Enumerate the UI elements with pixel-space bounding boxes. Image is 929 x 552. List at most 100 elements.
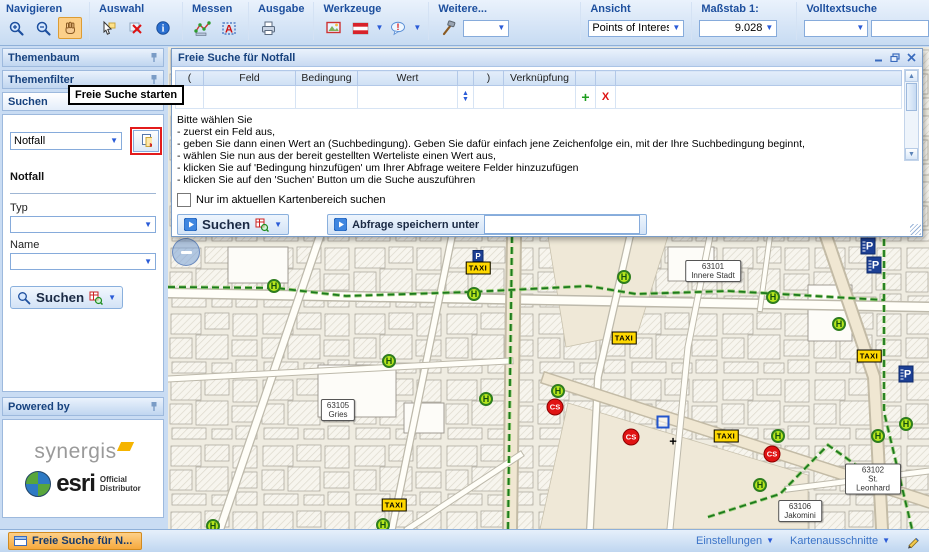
execute-icon [334, 218, 347, 231]
free-search-icon [140, 133, 152, 149]
pin-icon[interactable] [150, 401, 158, 412]
map-viewport[interactable]: PTAXIHHHHHHHHHHHHHHTAXITAXITAXITAXICSCSC… [168, 47, 929, 529]
weitere-combo[interactable]: ▼ [463, 20, 509, 37]
info-button[interactable]: i [151, 17, 175, 39]
h-marker[interactable]: H [376, 518, 390, 529]
measure-area-button[interactable]: A [217, 17, 241, 39]
volltextsuche-input[interactable] [871, 20, 929, 37]
kartenausschnitte-menu[interactable]: Kartenausschnitte ▼ [790, 535, 890, 547]
h-marker[interactable]: H [766, 290, 780, 304]
h-marker[interactable]: H [206, 519, 220, 529]
taxi-marker[interactable]: TAXI [382, 499, 407, 512]
h-marker[interactable]: H [899, 417, 913, 431]
h-marker[interactable]: H [479, 392, 493, 406]
sidebar-search-caret[interactable]: ▼ [108, 294, 116, 302]
col-wert[interactable]: Wert [358, 71, 458, 86]
district-label: 63101Innere Stadt [685, 260, 741, 282]
taxi-marker[interactable]: TAXI [612, 332, 637, 345]
cross-marker[interactable]: + [669, 434, 677, 449]
pan-button[interactable] [58, 17, 82, 39]
zoom-in-button[interactable] [4, 17, 28, 39]
screenshot-button[interactable] [321, 17, 345, 39]
cs-marker[interactable]: CS [547, 399, 564, 416]
col-open-paren[interactable]: ( [176, 71, 204, 86]
print-button[interactable] [256, 17, 280, 39]
col-feld[interactable]: Feld [204, 71, 296, 86]
close-icon[interactable] [907, 53, 916, 62]
dialog-search-button[interactable]: Suchen ▼ [177, 214, 289, 235]
measure-line-button[interactable] [190, 17, 214, 39]
taxi-marker[interactable]: TAXI [857, 350, 882, 363]
h-marker[interactable]: H [382, 354, 396, 368]
h-marker[interactable]: H [617, 270, 631, 284]
powered-by-panel-header[interactable]: Powered by [2, 397, 164, 416]
einstellungen-menu[interactable]: Einstellungen ▼ [696, 535, 774, 547]
scroll-up-arrow[interactable]: ▲ [905, 70, 918, 82]
typ-combo[interactable]: ▼ [10, 216, 156, 233]
volltextsuche-combo[interactable]: ▼ [804, 20, 868, 37]
sort-down-icon[interactable]: ▼ [458, 97, 473, 103]
add-condition-button[interactable]: + [576, 86, 596, 109]
restore-icon[interactable] [890, 53, 900, 62]
h-marker[interactable]: H [267, 279, 281, 293]
dialog-scrollbar[interactable]: ▲ ▼ [904, 69, 919, 161]
blue-square-marker[interactable] [657, 416, 670, 429]
select-button[interactable] [97, 17, 121, 39]
h-marker[interactable]: H [832, 317, 846, 331]
save-query-control[interactable]: Abfrage speichern unter [327, 214, 647, 235]
h-marker[interactable]: H [551, 384, 565, 398]
cell-verknuepfung[interactable] [504, 86, 576, 109]
search-theme-combo[interactable]: Notfall ▼ [10, 132, 122, 150]
scroll-down-arrow[interactable]: ▼ [905, 148, 918, 160]
dialog-titlebar[interactable]: Freie Suche für Notfall [172, 49, 922, 67]
p-garage-marker[interactable]: P [861, 238, 876, 255]
tools-hammer-button[interactable] [436, 17, 460, 39]
cell-wert[interactable] [358, 86, 458, 109]
hammer-icon [440, 20, 456, 36]
col-bedingung[interactable]: Bedingung [296, 71, 358, 86]
callout-button[interactable]: ! [386, 17, 410, 39]
zoom-out-button[interactable] [31, 17, 55, 39]
taxi-marker[interactable]: TAXI [466, 262, 491, 275]
remove-condition-button[interactable]: X [596, 86, 616, 109]
free-search-button[interactable] [133, 130, 159, 152]
pin-icon[interactable] [150, 52, 158, 63]
map-zoom-out-button[interactable] [172, 238, 200, 266]
scroll-thumb[interactable] [906, 83, 917, 111]
pencil-icon[interactable] [906, 534, 921, 549]
h-marker[interactable]: H [753, 478, 767, 492]
col-verknuepfung[interactable]: Verknüpfung [504, 71, 576, 86]
save-query-input[interactable] [484, 215, 640, 234]
query-row: ▲▼ + X [176, 86, 902, 109]
h-marker[interactable]: H [467, 287, 481, 301]
cs-marker[interactable]: CS [764, 446, 781, 463]
redline-flag-button[interactable] [348, 17, 372, 39]
minimize-icon[interactable] [874, 53, 883, 62]
col-close-paren[interactable]: ) [474, 71, 504, 86]
pin-icon[interactable] [150, 74, 158, 85]
taxi-marker[interactable]: TAXI [714, 430, 739, 443]
task-button-freie-suche[interactable]: Freie Suche für N... [8, 532, 142, 550]
cell-feld[interactable] [204, 86, 296, 109]
sidebar-item-themenbaum[interactable]: Themenbaum [2, 48, 164, 67]
sidebar-search-button[interactable]: Suchen ▼ [10, 286, 123, 309]
map-extent-checkbox[interactable] [177, 193, 191, 207]
deselect-button[interactable] [124, 17, 148, 39]
resize-grip[interactable] [910, 224, 921, 235]
h-marker[interactable]: H [771, 429, 785, 443]
toolbar-group-ausgabe: Ausgabe [248, 2, 306, 40]
name-combo[interactable]: ▼ [10, 253, 156, 270]
flag-dropdown-caret[interactable]: ▼ [375, 24, 383, 32]
h-marker[interactable]: H [871, 429, 885, 443]
dialog-search-caret[interactable]: ▼ [274, 221, 282, 229]
ansicht-combo[interactable]: Points of Interes ▼ [588, 20, 684, 37]
cell-close-paren[interactable] [474, 86, 504, 109]
p-garage-marker[interactable]: P [867, 257, 882, 274]
p-sign-marker[interactable]: P [473, 250, 484, 262]
cs-marker[interactable]: CS [623, 429, 640, 446]
p-garage-marker[interactable]: P [899, 366, 914, 383]
cell-sort[interactable]: ▲▼ [458, 86, 474, 109]
cell-bedingung[interactable] [296, 86, 358, 109]
callout-dropdown-caret[interactable]: ▼ [413, 24, 421, 32]
massstab-combo[interactable]: 9.028 ▼ [699, 20, 777, 37]
